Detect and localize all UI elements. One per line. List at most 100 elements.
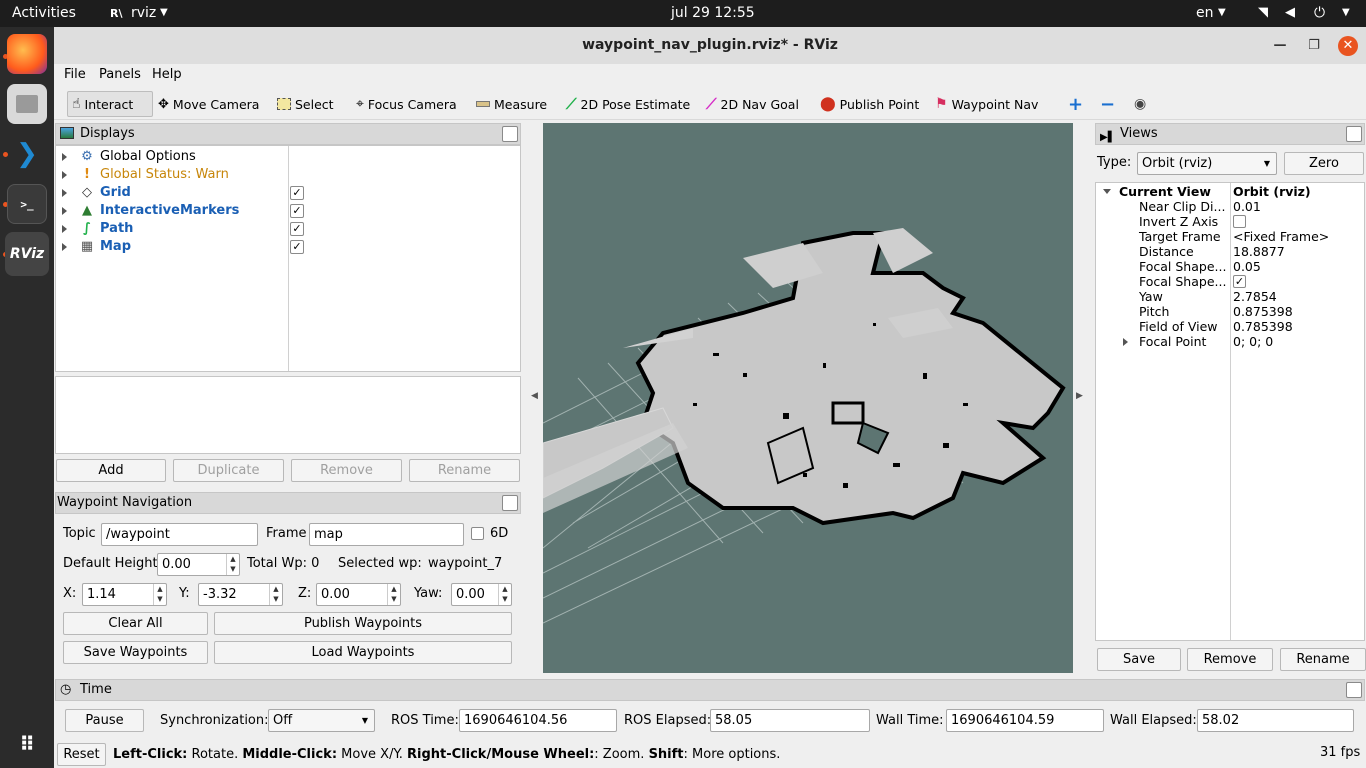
- vscode-icon[interactable]: ❯: [7, 134, 47, 174]
- display-enabled-checkbox[interactable]: ✓: [290, 240, 304, 254]
- activities-button[interactable]: Activities: [12, 5, 76, 21]
- minimize-icon[interactable]: —: [1270, 36, 1290, 56]
- publish-waypoints-button[interactable]: Publish Waypoints: [214, 612, 512, 635]
- six-d-checkbox[interactable]: [471, 527, 484, 540]
- view-property-row[interactable]: Distance 18.8877: [1096, 244, 1364, 259]
- maximize-icon[interactable]: ❐: [1304, 36, 1324, 56]
- expand-arrow-icon[interactable]: [1123, 338, 1128, 346]
- wall-elapsed-field[interactable]: 58.02: [1197, 709, 1354, 732]
- y-spinbox[interactable]: -3.32 ▲ ▼: [198, 583, 283, 606]
- tool-focus-camera[interactable]: ⌖ Focus Camera: [352, 91, 461, 117]
- z-spinbox[interactable]: 0.00 ▲ ▼: [316, 583, 401, 606]
- ros-time-field[interactable]: 1690646104.56: [459, 709, 617, 732]
- collapse-right-icon[interactable]: ▶: [1076, 391, 1083, 401]
- view-property-row[interactable]: Focal Point 0; 0; 0: [1096, 334, 1364, 349]
- invert-z-checkbox[interactable]: [1233, 215, 1246, 228]
- x-spinbox[interactable]: 1.14 ▲ ▼: [82, 583, 167, 606]
- ros-elapsed-field[interactable]: 58.05: [710, 709, 870, 732]
- tool-select[interactable]: Select: [273, 91, 338, 117]
- expand-arrow-icon[interactable]: [62, 207, 67, 215]
- pause-button[interactable]: Pause: [65, 709, 144, 732]
- zero-view-button[interactable]: Zero: [1284, 152, 1364, 175]
- wifi-icon[interactable]: ◥: [1258, 5, 1268, 20]
- panel-undock-checkbox[interactable]: [1346, 682, 1362, 698]
- expand-arrow-icon[interactable]: [1103, 189, 1111, 194]
- view-property-row[interactable]: Near Clip Di... 0.01: [1096, 199, 1364, 214]
- duplicate-display-button[interactable]: Duplicate: [173, 459, 284, 482]
- clear-all-button[interactable]: Clear All: [63, 612, 208, 635]
- view-property-row[interactable]: Field of View 0.785398: [1096, 319, 1364, 334]
- expand-arrow-icon[interactable]: [62, 225, 67, 233]
- expand-arrow-icon[interactable]: [62, 243, 67, 251]
- files-icon[interactable]: [7, 84, 47, 124]
- display-enabled-checkbox[interactable]: ✓: [290, 186, 304, 200]
- volume-icon[interactable]: ◀: [1285, 5, 1295, 20]
- terminal-icon[interactable]: >_: [7, 184, 47, 224]
- display-item[interactable]: ! Global Status: Warn: [56, 166, 521, 184]
- expand-arrow-icon[interactable]: [62, 153, 67, 161]
- tool-publish-point[interactable]: ⬤ Publish Point: [816, 91, 923, 117]
- close-icon[interactable]: ✕: [1338, 36, 1358, 56]
- display-item[interactable]: ▲ InteractiveMarkers ✓: [56, 202, 521, 220]
- view-property-row[interactable]: Focal Shape... ✓: [1096, 274, 1364, 289]
- tool-interact[interactable]: ☝ Interact: [67, 91, 153, 117]
- display-item[interactable]: ⚙ Global Options: [56, 148, 521, 166]
- save-waypoints-button[interactable]: Save Waypoints: [63, 641, 208, 664]
- eye-icon[interactable]: ◉: [1130, 91, 1150, 117]
- sync-select[interactable]: Off ▼: [268, 709, 375, 732]
- expand-arrow-icon[interactable]: [62, 189, 67, 197]
- view-property-row[interactable]: Yaw 2.7854: [1096, 289, 1364, 304]
- frame-input[interactable]: map: [309, 523, 464, 546]
- language-indicator[interactable]: en: [1196, 5, 1214, 21]
- topic-input[interactable]: /waypoint: [101, 523, 258, 546]
- rename-view-button[interactable]: Rename: [1280, 648, 1366, 671]
- display-item[interactable]: ▦ Map ✓: [56, 238, 521, 256]
- panel-undock-checkbox[interactable]: [502, 126, 518, 142]
- view-property-row[interactable]: Focal Shape... 0.05: [1096, 259, 1364, 274]
- reset-button[interactable]: Reset: [57, 743, 106, 766]
- display-enabled-checkbox[interactable]: ✓: [290, 204, 304, 218]
- view-property-row[interactable]: Pitch 0.875398: [1096, 304, 1364, 319]
- expand-arrow-icon[interactable]: [62, 171, 67, 179]
- wall-time-field[interactable]: 1690646104.59: [946, 709, 1104, 732]
- add-tool-icon[interactable]: +: [1064, 91, 1087, 117]
- power-icon[interactable]: ⏻: [1314, 5, 1325, 21]
- menu-help[interactable]: Help: [152, 67, 182, 82]
- spin-arrows-icon[interactable]: ▲ ▼: [498, 584, 511, 605]
- default-height-spinbox[interactable]: 0.00 ▲ ▼: [157, 553, 240, 576]
- display-enabled-checkbox[interactable]: ✓: [290, 222, 304, 236]
- spin-arrows-icon[interactable]: ▲ ▼: [226, 554, 239, 575]
- spin-arrows-icon[interactable]: ▲ ▼: [269, 584, 282, 605]
- tool-move-camera[interactable]: ✥ Move Camera: [154, 91, 263, 117]
- focal-shape-checkbox[interactable]: ✓: [1233, 275, 1246, 288]
- rviz-icon[interactable]: RViz: [5, 232, 49, 276]
- rename-display-button[interactable]: Rename: [409, 459, 520, 482]
- app-menu[interactable]: rviz: [131, 5, 156, 21]
- collapse-left-icon[interactable]: ◀: [531, 391, 538, 401]
- tool-2d-nav-goal[interactable]: ⟋ 2D Nav Goal: [702, 91, 803, 117]
- spin-arrows-icon[interactable]: ▲ ▼: [153, 584, 166, 605]
- spin-arrows-icon[interactable]: ▲ ▼: [387, 584, 400, 605]
- view-property-row[interactable]: Target Frame <Fixed Frame>: [1096, 229, 1364, 244]
- view-type-select[interactable]: Orbit (rviz) ▼: [1137, 152, 1277, 175]
- current-view-row[interactable]: Current View Orbit (rviz): [1096, 184, 1364, 199]
- add-display-button[interactable]: Add: [56, 459, 166, 482]
- tool-2d-pose-estimate[interactable]: ⟋ 2D Pose Estimate: [562, 91, 694, 117]
- save-view-button[interactable]: Save: [1097, 648, 1181, 671]
- display-item[interactable]: ◇ Grid ✓: [56, 184, 521, 202]
- view-property-row[interactable]: Invert Z Axis: [1096, 214, 1364, 229]
- load-waypoints-button[interactable]: Load Waypoints: [214, 641, 512, 664]
- clock[interactable]: jul 29 12:55: [671, 5, 755, 21]
- yaw-spinbox[interactable]: 0.00 ▲ ▼: [451, 583, 512, 606]
- render-viewport[interactable]: [543, 123, 1073, 673]
- remove-display-button[interactable]: Remove: [291, 459, 402, 482]
- show-applications-icon[interactable]: ⠿: [7, 724, 47, 764]
- panel-undock-checkbox[interactable]: [502, 495, 518, 511]
- panel-undock-checkbox[interactable]: [1346, 126, 1362, 142]
- tool-waypoint-nav[interactable]: ⚑ Waypoint Nav: [931, 91, 1042, 117]
- display-item[interactable]: ∫ Path ✓: [56, 220, 521, 238]
- menu-panels[interactable]: Panels: [99, 67, 141, 82]
- remove-view-button[interactable]: Remove: [1187, 648, 1273, 671]
- menu-file[interactable]: File: [64, 67, 86, 82]
- firefox-icon[interactable]: [7, 34, 47, 74]
